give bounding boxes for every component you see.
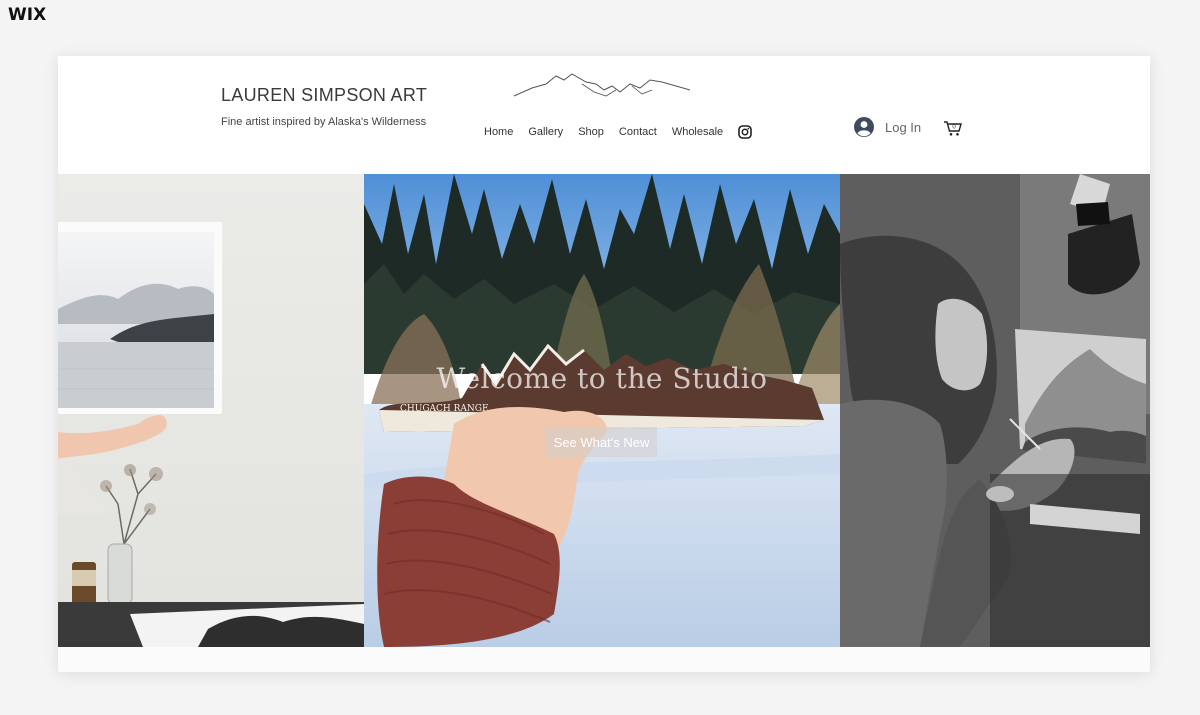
main-nav: Home Gallery Shop Contact Wholesale	[484, 125, 752, 139]
nav-wholesale[interactable]: Wholesale	[672, 126, 723, 138]
login-label: Log In	[885, 119, 922, 135]
nav-contact[interactable]: Contact	[619, 126, 657, 138]
see-whats-new-button[interactable]: See What's New	[546, 427, 657, 457]
hero-image-center: CHUGACH RANGE	[364, 174, 840, 647]
hero-image-left	[58, 174, 364, 647]
cart-count: 0	[952, 125, 956, 131]
hero-image-right	[840, 174, 1150, 647]
hero-title: Welcome to the Studio	[436, 362, 768, 395]
site-tagline: Fine artist inspired by Alaska's Wildern…	[221, 116, 427, 128]
wix-logo: WIX	[8, 5, 47, 25]
cart-icon[interactable]: 0	[943, 119, 963, 137]
site-preview: LAUREN SIMPSON ART Fine artist inspired …	[58, 56, 1150, 672]
user-avatar-icon	[854, 117, 874, 137]
login-button[interactable]: Log In	[854, 117, 921, 137]
nav-shop[interactable]: Shop	[578, 126, 604, 138]
sticker-text: CHUGACH RANGE	[400, 404, 489, 414]
nav-gallery[interactable]: Gallery	[528, 126, 563, 138]
site-header: LAUREN SIMPSON ART Fine artist inspired …	[58, 56, 1150, 174]
hero-section: CHUGACH RANGE Welcome to the Studio See …	[58, 174, 1150, 647]
site-title[interactable]: LAUREN SIMPSON ART	[221, 85, 427, 106]
nav-home[interactable]: Home	[484, 126, 513, 138]
instagram-icon[interactable]	[738, 125, 752, 139]
page-bottom-strip	[58, 647, 1150, 672]
mountain-logo-icon	[513, 73, 691, 97]
